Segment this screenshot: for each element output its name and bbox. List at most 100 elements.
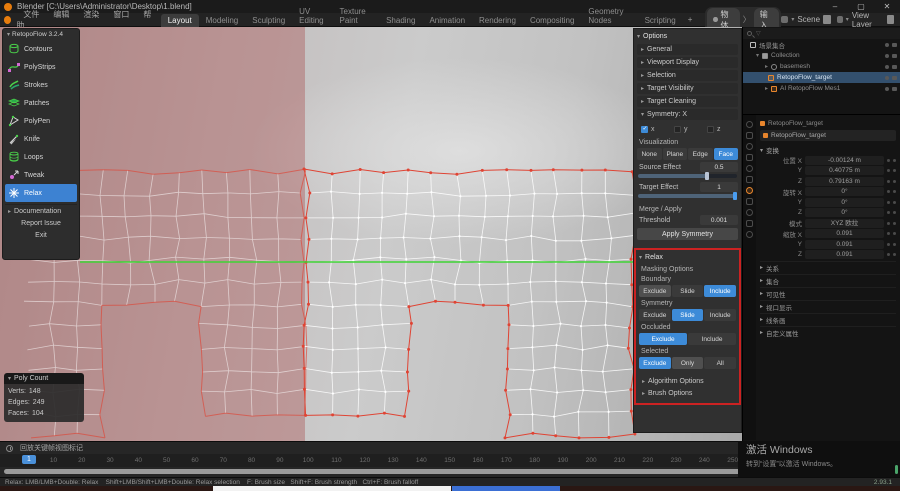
search-icon[interactable] (747, 31, 752, 36)
workspace-tab[interactable]: Geometry Nodes (581, 5, 637, 27)
documentation-link[interactable]: Documentation (5, 205, 77, 217)
workspace-tab[interactable]: UV Editing (292, 5, 332, 27)
properties-section-row[interactable]: 自定义属性 (760, 326, 896, 338)
outliner-row[interactable]: ▸ basemesh (743, 61, 900, 72)
lock-icon[interactable] (887, 211, 890, 214)
selected-option-button[interactable]: Only (672, 357, 704, 369)
lock-icon[interactable] (887, 159, 890, 162)
selected-option-button[interactable]: Exclude (639, 357, 671, 369)
boundary-option-button[interactable]: Exclude (639, 285, 671, 297)
tool-patches[interactable]: Patches (5, 94, 77, 112)
tool-contours[interactable]: Contours (5, 40, 77, 58)
options-section-row[interactable]: Selection (637, 70, 738, 81)
visualization-mode-button[interactable]: Face (714, 148, 739, 160)
lock-icon[interactable] (887, 232, 890, 235)
new-scene-icon[interactable] (823, 15, 831, 24)
source-effect-value[interactable]: 0.5 (700, 162, 738, 172)
tool-relax[interactable]: Relax (5, 184, 77, 202)
lock-icon[interactable] (887, 253, 890, 256)
scene-selector[interactable]: ▾ Scene (781, 15, 831, 24)
tool-polypen[interactable]: PolyPen (5, 112, 77, 130)
animate-icon[interactable] (893, 159, 896, 162)
visualization-mode-button[interactable]: None (637, 148, 662, 160)
lock-icon[interactable] (887, 201, 890, 204)
symmetry-axis-checkbox[interactable]: x (641, 126, 672, 133)
3d-viewport[interactable] (0, 27, 742, 441)
animate-icon[interactable] (893, 211, 896, 214)
boundary-option-button[interactable]: Include (704, 285, 736, 297)
options-section-row[interactable]: Target Visibility (637, 83, 738, 94)
render-camera-icon[interactable] (892, 76, 897, 80)
animate-icon[interactable] (893, 169, 896, 172)
tab-constraints-icon[interactable] (746, 220, 753, 227)
workspace-tab[interactable]: Shading (379, 14, 422, 27)
transform-value-field[interactable]: 0.40775 m (805, 166, 884, 175)
animate-icon[interactable] (893, 253, 896, 256)
exit-button[interactable]: Exit (5, 229, 77, 241)
outliner-row[interactable]: RetopoFlow_target (743, 72, 900, 83)
symmetry-option-button[interactable]: Include (704, 309, 736, 321)
symmetry-option-button[interactable]: Slide (672, 309, 704, 321)
properties-section-row[interactable]: 视口显示 (760, 300, 896, 312)
workspace-tab[interactable]: Rendering (472, 14, 523, 27)
collapse-icon[interactable] (8, 375, 11, 382)
tool-knife[interactable]: Knife (5, 130, 77, 148)
report-issue-button[interactable]: Report Issue (5, 217, 77, 229)
taskbar-search-box[interactable] (213, 486, 451, 491)
tab-view-layer-icon[interactable] (746, 154, 753, 161)
options-section-row[interactable]: Target Cleaning (637, 96, 738, 107)
object-name-field[interactable]: RetopoFlow_target (760, 130, 896, 141)
boundary-option-button[interactable]: Slide (672, 285, 704, 297)
workspace-tab[interactable]: Texture Paint (333, 5, 380, 27)
tab-modifiers-icon[interactable] (746, 198, 753, 205)
outliner-row[interactable]: 场景集合 (743, 39, 900, 50)
menubar-item[interactable]: 文件 (16, 10, 46, 19)
tab-render-icon[interactable] (746, 132, 753, 139)
lock-icon[interactable] (887, 222, 890, 225)
add-workspace-button[interactable]: + (683, 15, 698, 24)
transform-value-field[interactable]: 0° (805, 187, 884, 196)
relax-subsection-row[interactable]: Algorithm Options (639, 375, 736, 387)
animate-icon[interactable] (893, 190, 896, 193)
symmetry-option-button[interactable]: Exclude (639, 309, 671, 321)
tool-loops[interactable]: Loops (5, 148, 77, 166)
symmetry-axis-checkbox[interactable]: z (707, 126, 738, 133)
tab-scene-icon[interactable] (746, 165, 753, 172)
properties-section-row[interactable]: 线条画 (760, 313, 896, 325)
menubar-item[interactable]: 渲染 (76, 10, 106, 19)
visualization-mode-button[interactable]: Edge (688, 148, 713, 160)
menubar-item[interactable]: 编辑 (46, 10, 76, 19)
expand-icon[interactable]: ▸ (765, 63, 768, 70)
new-view-layer-icon[interactable] (887, 15, 894, 24)
target-effect-slider[interactable] (638, 194, 737, 198)
collapse-icon[interactable] (637, 33, 640, 40)
occluded-option-button[interactable]: Exclude (639, 333, 687, 345)
tab-physics-icon[interactable] (746, 209, 753, 216)
transform-value-field[interactable]: 0.091 (805, 250, 884, 259)
tab-world-icon[interactable] (746, 176, 753, 183)
view-layer-selector[interactable]: ▾ View Layer (837, 11, 894, 29)
chevron-down-icon[interactable] (639, 254, 642, 261)
workspace-tab[interactable]: Compositing (523, 14, 581, 27)
tool-polystrips[interactable]: PolyStrips (5, 58, 77, 76)
transform-value-field[interactable]: 0° (805, 208, 884, 217)
timeline-menu-item[interactable]: 视图 (55, 445, 69, 452)
visibility-eye-icon[interactable] (885, 87, 889, 91)
tool-tweak[interactable]: Tweak (5, 166, 77, 184)
workspace-tab[interactable]: Modeling (199, 14, 245, 27)
taskbar-highlight[interactable] (452, 486, 560, 491)
tool-strokes[interactable]: Strokes (5, 76, 77, 94)
apply-symmetry-button[interactable]: Apply Symmetry (637, 228, 738, 240)
transform-value-field[interactable]: 0.091 (805, 229, 884, 238)
timeline-frame-ruler[interactable]: 1 10203040506070809010011012013014015016… (0, 454, 866, 467)
visibility-eye-icon[interactable] (885, 54, 889, 58)
tab-output-icon[interactable] (746, 143, 753, 150)
animate-icon[interactable] (893, 232, 896, 235)
properties-section-row[interactable]: 可见性 (760, 287, 896, 299)
animate-icon[interactable] (893, 243, 896, 246)
current-frame-indicator[interactable]: 1 (22, 455, 36, 464)
menubar-item[interactable]: 窗口 (106, 10, 136, 19)
tab-tool-icon[interactable] (746, 121, 753, 128)
scrollbar-sliver[interactable] (895, 465, 898, 474)
visibility-eye-icon[interactable] (885, 43, 889, 47)
